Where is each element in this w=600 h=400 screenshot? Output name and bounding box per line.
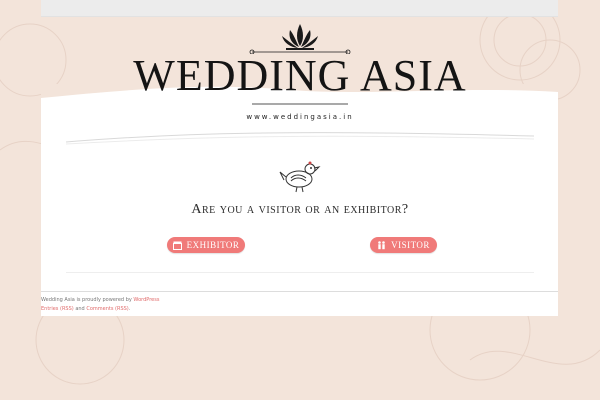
visitor-button[interactable]: VISITOR <box>370 237 437 253</box>
lotus-ornament-icon <box>249 24 351 54</box>
entries-rss-link[interactable]: Entries (RSS) <box>41 306 74 312</box>
footer-divider <box>41 291 558 292</box>
top-bar <box>41 0 558 17</box>
bird-icon <box>279 161 321 193</box>
brand-url: www.weddingasia.in <box>246 113 354 121</box>
visitor-question: Are you a visitor or an exhibitor? <box>191 202 409 217</box>
footer-period: . <box>128 306 131 312</box>
footer-and-text: and <box>75 306 85 312</box>
exhibitor-label: EXHIBITOR <box>186 240 240 250</box>
visitor-label: VISITOR <box>391 240 430 250</box>
footer-rss-line: Entries (RSS) and Comments (RSS). <box>41 305 558 314</box>
booth-icon <box>172 241 182 250</box>
footer-powered-line: Wedding Asia is proudly powered by WordP… <box>41 296 558 305</box>
wordpress-link[interactable]: WordPress <box>133 297 159 303</box>
visitor-people-icon <box>378 240 385 249</box>
comments-rss-link[interactable]: Comments (RSS) <box>86 306 128 312</box>
exhibitor-button[interactable]: EXHIBITOR <box>167 237 245 253</box>
logo-bottom-ornament <box>130 104 470 114</box>
brand-logo[interactable]: WEDDING ASIA www.weddingasia.in <box>130 20 470 121</box>
site-footer: Wedding Asia is proudly powered by WordP… <box>41 296 558 314</box>
footer-powered-text: Wedding Asia is proudly powered by <box>41 297 132 303</box>
content-divider <box>66 272 534 273</box>
wavy-divider <box>66 132 534 145</box>
